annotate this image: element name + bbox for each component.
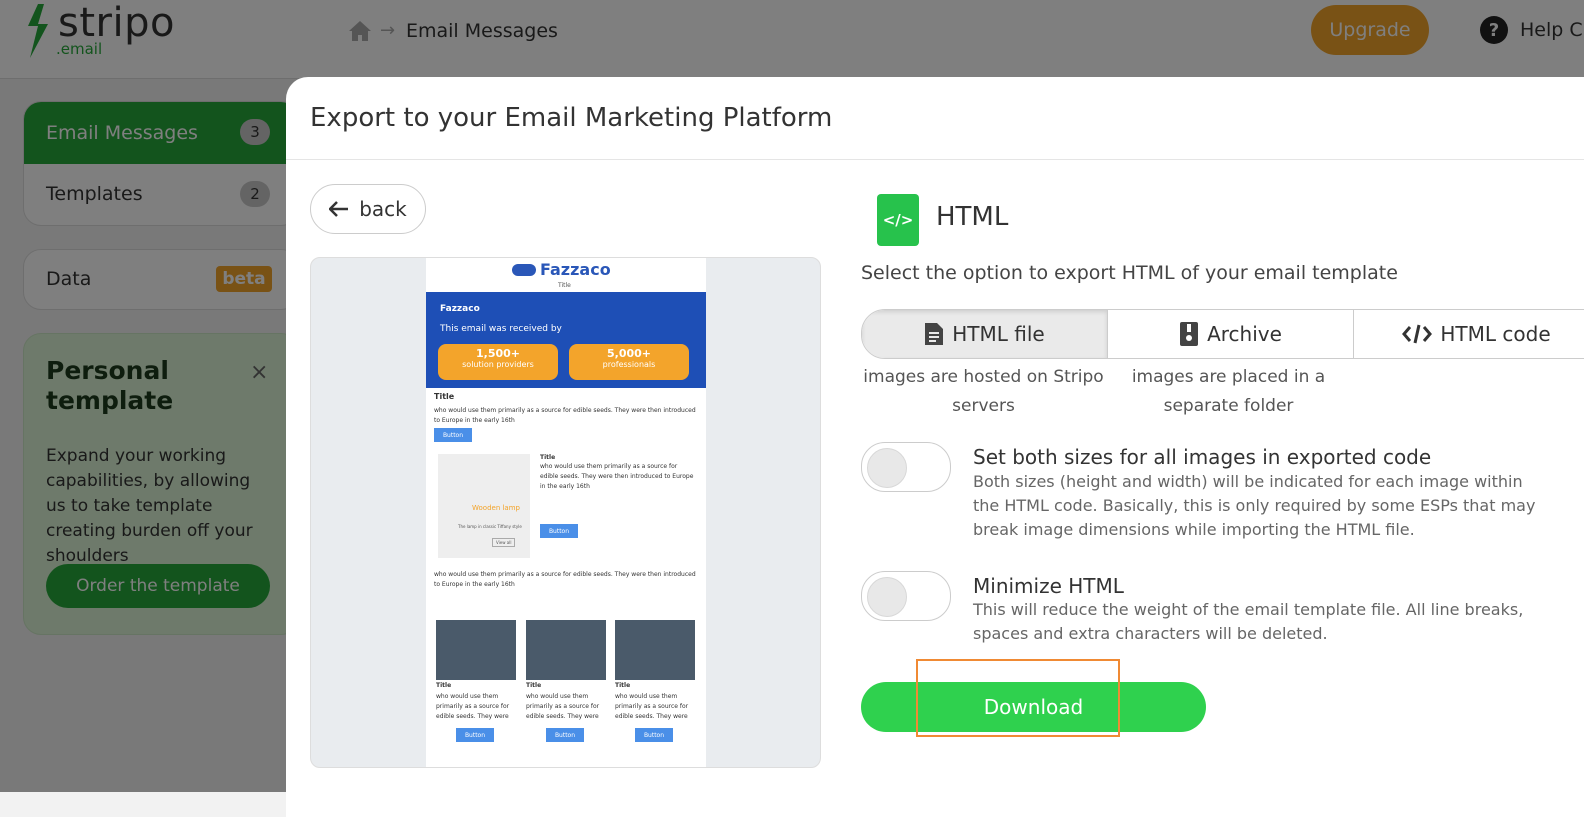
tab-label: Archive [1207,322,1282,346]
archive-icon [1180,322,1199,346]
arrow-left-icon [329,201,349,217]
preview-card-title: Title [615,682,631,689]
preview-hero: Fazzaco This email was received by 1,500… [426,292,706,388]
preview-card-text: who would use them primarily as a source… [526,693,600,720]
preview-text: who would use them primarily as a source… [434,407,696,424]
tab-html-file[interactable]: HTML file [862,310,1108,358]
preview-card-image [436,620,516,680]
preview-button: Button [540,524,578,538]
email-template-preview: Fazzaco Title Fazzaco This email was rec… [426,258,706,767]
preview-button: Button [434,428,472,442]
modal-title: Export to your Email Marketing Platform [310,103,833,133]
toggle-knob [867,577,907,617]
option-description: Both sizes (height and width) will be in… [973,472,1536,539]
preview-paragraph: who would use them primarily as a source… [434,571,696,588]
tab-caption: images are hosted on Stripo servers [863,367,1104,416]
tab-label: HTML code [1440,322,1551,346]
preview-card-text: who would use them primarily as a source… [615,693,689,720]
tab-label: HTML file [952,322,1045,346]
preview-col-title: Title [540,454,556,461]
preview-col-text: who would use them primarily as a source… [540,463,694,490]
file-icon [925,323,944,345]
preview-hero-logo: Fazzaco [440,304,480,314]
back-label: back [359,197,407,221]
export-modal: Export to your Email Marketing Platform … [286,77,1584,817]
option-title: Minimize HTML [973,574,1124,598]
export-type-tabs: HTML file Archive HTML code [861,309,1584,359]
preview-card-title: Title [526,682,542,689]
preview-card-image [526,620,606,680]
divider [286,159,1584,160]
preview-button: Button [635,728,673,742]
preview-product-card: Wooden lamp The lamp in classic Tiffany … [438,454,530,558]
preview-button: Button [546,728,584,742]
preview-card-text: who would use them primarily as a source… [436,693,510,720]
preview-card-title: Title [436,682,452,689]
preview-card-image [615,620,695,680]
preview-hero-text: This email was received by [440,324,562,334]
highlight-box [916,659,1120,737]
set-image-sizes-toggle[interactable] [861,442,951,492]
html-file-icon: </> [877,194,919,246]
preview-stat: 5,000+ professionals [569,344,689,380]
back-button[interactable]: back [310,184,426,234]
format-title: HTML [936,202,1009,232]
tab-html-code[interactable]: HTML code [1354,310,1584,358]
option-description: This will reduce the weight of the email… [973,600,1524,643]
preview-button: Button [456,728,494,742]
tab-archive[interactable]: Archive [1108,310,1354,358]
preview-logo: Fazzaco [540,260,611,279]
tab-caption: images are placed in a separate folder [1131,367,1326,416]
toggle-knob [867,448,907,488]
minimize-html-toggle[interactable] [861,571,951,621]
preview-stat: 1,500+ solution providers [438,344,558,380]
export-subtitle: Select the option to export HTML of your… [861,262,1398,284]
preview-section-title: Title [434,392,455,401]
email-preview[interactable]: Fazzaco Title Fazzaco This email was rec… [310,257,821,768]
fazzaco-logo-icon [512,264,536,276]
code-icon [1402,324,1433,344]
option-title: Set both sizes for all images in exporte… [973,445,1432,469]
preview-title: Title [558,282,571,289]
